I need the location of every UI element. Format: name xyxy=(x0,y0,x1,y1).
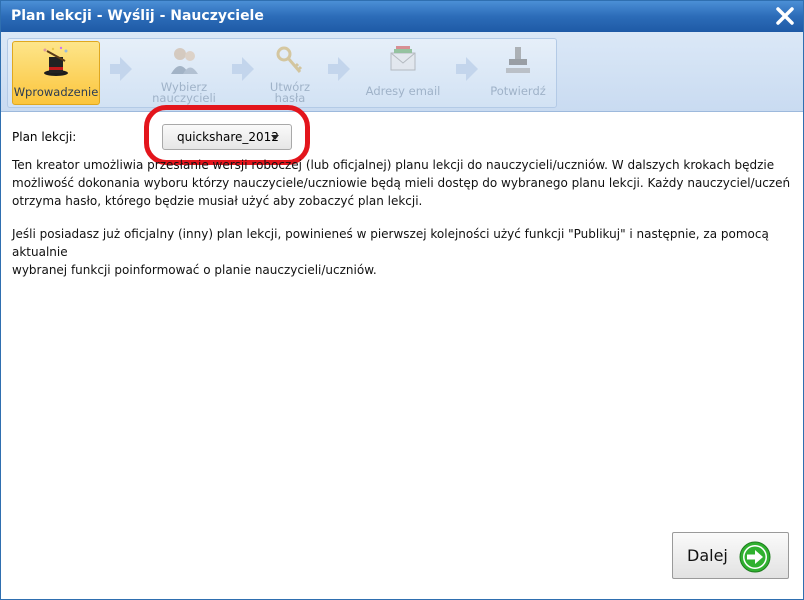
green-arrow-right-icon xyxy=(739,541,771,573)
intro-paragraph: Ten kreator umożliwia przesłanie wersji … xyxy=(12,156,794,210)
step-label-2: hasła xyxy=(274,91,306,105)
step-adresy-email[interactable]: Adresy email xyxy=(354,41,452,105)
plan-select[interactable]: quickshare_2012 xyxy=(162,124,292,150)
info-line-2: wybranej funkcji poinformować o planie n… xyxy=(12,263,377,277)
next-button[interactable]: Dalej xyxy=(672,532,789,579)
step-label: Potwierdź xyxy=(490,84,546,98)
step-utworz-hasla[interactable]: Utwórz hasła xyxy=(254,41,326,105)
step-arrow-icon xyxy=(110,57,132,81)
info-line-1: Jeśli posiadasz już oficjalny (inny) pla… xyxy=(12,227,769,259)
title-bar: Plan lekcji - Wyślij - Nauczyciele xyxy=(1,1,803,32)
info-paragraph: Jeśli posiadasz już oficjalny (inny) pla… xyxy=(12,225,794,279)
step-arrow-icon xyxy=(456,57,478,81)
step-arrow-icon xyxy=(232,57,254,81)
magic-hat-icon xyxy=(43,46,68,76)
step-label-2: nauczycieli xyxy=(152,91,216,105)
chevron-down-icon xyxy=(271,135,279,140)
intro-line-1: Ten kreator umożliwia przesłanie wersji … xyxy=(12,158,775,172)
stamp-icon xyxy=(506,47,530,73)
intro-line-2: możliwość dokonania wyboru którzy nauczy… xyxy=(12,176,791,190)
wizard-steps-bar: Wprowadzenie Wybierz nauczycieli Utwórz … xyxy=(1,32,803,112)
step-wprowadzenie[interactable]: Wprowadzenie xyxy=(12,41,100,105)
next-button-label: Dalej xyxy=(687,546,728,565)
step-potwierdz[interactable]: Potwierdź xyxy=(482,41,554,105)
wizard-steps-strip: Wprowadzenie Wybierz nauczycieli Utwórz … xyxy=(7,38,557,108)
email-icon xyxy=(390,46,416,71)
window-title: Plan lekcji - Wyślij - Nauczyciele xyxy=(11,8,264,24)
step-label: Wprowadzenie xyxy=(13,85,99,99)
teachers-icon xyxy=(171,48,198,74)
keys-icon xyxy=(276,46,303,73)
close-icon[interactable] xyxy=(773,4,797,28)
wizard-window: Plan lekcji - Wyślij - Nauczyciele Wprow… xyxy=(0,0,804,600)
plan-label: Plan lekcji: xyxy=(12,130,77,144)
step-arrow-icon xyxy=(328,57,350,81)
step-wybierz-nauczycieli[interactable]: Wybierz nauczycieli xyxy=(140,41,228,105)
step-label: Adresy email xyxy=(365,84,441,98)
plan-select-value: quickshare_2012 xyxy=(177,130,279,144)
intro-line-3: otrzyma hasło, którego będzie musiał uży… xyxy=(12,194,423,208)
